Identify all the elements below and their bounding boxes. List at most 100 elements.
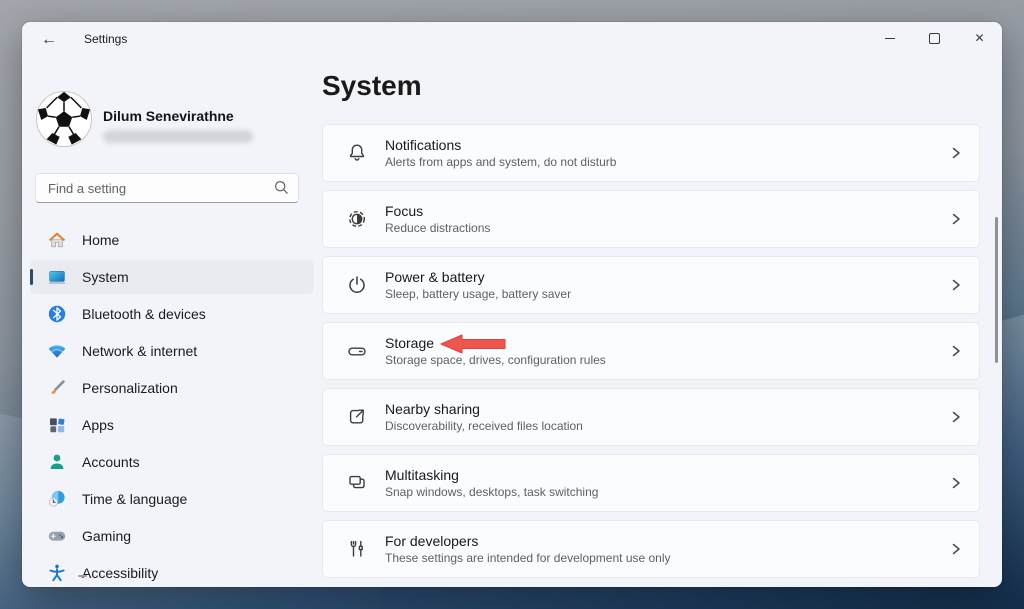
selection-indicator — [30, 269, 33, 285]
sidebar-item-accounts[interactable]: Accounts — [30, 445, 314, 479]
clipped-sidebar-item — [78, 575, 87, 577]
accessibility-icon — [47, 563, 67, 583]
sidebar-item-label: Accounts — [82, 454, 140, 470]
sidebar-item-label: Bluetooth & devices — [82, 306, 206, 322]
page-title: System — [322, 70, 422, 101]
avatar[interactable] — [35, 90, 93, 148]
home-icon — [47, 230, 67, 250]
focus-icon — [346, 208, 368, 230]
sidebar-item-apps[interactable]: Apps — [30, 408, 314, 442]
multitask-icon — [346, 472, 368, 494]
sidebar-item-accessibility[interactable]: Accessibility — [30, 556, 314, 587]
chevron-right-icon — [952, 543, 960, 555]
sidebar-item-label: Network & internet — [82, 343, 198, 359]
maximize-icon — [929, 32, 940, 44]
bell-icon — [346, 142, 368, 164]
time-language-icon — [47, 489, 67, 509]
sidebar: Dilum Senevirathne Home System Bluetooth… — [22, 56, 322, 587]
selection-indicator — [30, 528, 33, 544]
sidebar-item-label: System — [82, 269, 129, 285]
minimize-icon — [884, 37, 895, 39]
devtools-icon — [346, 538, 368, 560]
sidebar-item-personalization[interactable]: Personalization — [30, 371, 314, 405]
row-text: Multitasking Snap windows, desktops, tas… — [385, 467, 598, 499]
row-subtitle: Snap windows, desktops, task switching — [385, 485, 599, 499]
bluetooth-icon — [47, 304, 67, 324]
minimize-button[interactable] — [867, 22, 912, 54]
sidebar-item-label: Accessibility — [82, 565, 159, 581]
row-title: Nearby sharing — [385, 401, 480, 417]
selection-indicator — [30, 343, 33, 359]
sidebar-item-label: Apps — [82, 417, 114, 433]
settings-window: ← Settings ✕ Dilum Senevirathne Find a s… — [22, 22, 1002, 587]
search-input[interactable] — [46, 174, 265, 202]
profile-email-redacted — [103, 130, 253, 143]
selection-indicator — [30, 491, 33, 507]
selection-indicator — [30, 232, 33, 248]
row-text: For developers These settings are intend… — [385, 533, 671, 565]
maximize-button[interactable] — [912, 22, 957, 54]
profile-name: Dilum Senevirathne — [103, 108, 234, 124]
close-button[interactable]: ✕ — [957, 22, 1002, 54]
back-button[interactable]: ← — [34, 26, 64, 54]
sidebar-item-label: Time & language — [82, 491, 188, 507]
power-icon — [346, 274, 368, 296]
row-title: For developers — [385, 533, 479, 549]
settings-row-focus[interactable]: Focus Reduce distractions — [322, 190, 980, 248]
chevron-right-icon — [952, 213, 960, 225]
sidebar-item-home[interactable]: Home — [30, 223, 314, 257]
search-icon — [274, 180, 288, 194]
sidebar-nav: Home System Bluetooth & devices Network … — [30, 223, 314, 587]
settings-row-multitasking[interactable]: Multitasking Snap windows, desktops, tas… — [322, 454, 980, 512]
sidebar-item-time-language[interactable]: Time & language — [30, 482, 314, 516]
row-subtitle: Alerts from apps and system, do not dist… — [385, 155, 617, 169]
sidebar-item-gaming[interactable]: Gaming — [30, 519, 314, 553]
row-title: Storage — [385, 335, 435, 351]
row-title: Multitasking — [385, 467, 459, 483]
chevron-right-icon — [952, 345, 960, 357]
chevron-right-icon — [952, 279, 960, 291]
network-icon — [47, 341, 67, 361]
row-title: Focus — [385, 203, 424, 219]
settings-row-power-battery[interactable]: Power & battery Sleep, battery usage, ba… — [322, 256, 980, 314]
row-text: Notifications Alerts from apps and syste… — [385, 137, 616, 169]
desktop-wallpaper: ← Settings ✕ Dilum Senevirathne Find a s… — [0, 0, 1024, 609]
settings-row-notifications[interactable]: Notifications Alerts from apps and syste… — [322, 124, 980, 182]
selection-indicator — [30, 306, 33, 322]
row-text: Nearby sharing Discoverability, received… — [385, 401, 583, 433]
sidebar-item-label: Gaming — [82, 528, 132, 544]
accounts-icon — [47, 452, 67, 472]
sidebar-item-bluetooth-devices[interactable]: Bluetooth & devices — [30, 297, 314, 331]
chevron-right-icon — [952, 477, 960, 489]
sidebar-item-network-internet[interactable]: Network & internet — [30, 334, 314, 368]
row-text: Power & battery Sleep, battery usage, ba… — [385, 269, 571, 301]
row-subtitle: These settings are intended for developm… — [385, 551, 671, 565]
settings-row-storage[interactable]: Storage Storage space, drives, configura… — [322, 322, 980, 380]
row-subtitle: Reduce distractions — [385, 221, 491, 235]
sidebar-item-label: Personalization — [82, 380, 178, 396]
share-icon — [346, 406, 368, 428]
close-icon: ✕ — [974, 31, 985, 45]
apps-icon — [47, 415, 67, 435]
selection-indicator — [30, 417, 33, 433]
window-title: Settings — [84, 32, 128, 46]
storage-icon — [346, 340, 368, 362]
settings-rows: Notifications Alerts from apps and syste… — [322, 124, 980, 586]
system-icon — [47, 267, 67, 287]
row-subtitle: Discoverability, received files location — [385, 419, 583, 433]
gaming-icon — [47, 526, 67, 546]
row-subtitle: Sleep, battery usage, battery saver — [385, 287, 572, 301]
chevron-right-icon — [952, 411, 960, 423]
window-controls: ✕ — [867, 22, 1002, 54]
row-subtitle: Storage space, drives, configuration rul… — [385, 353, 606, 367]
row-title: Power & battery — [385, 269, 485, 285]
row-text: Storage Storage space, drives, configura… — [385, 335, 606, 367]
scrollbar-thumb[interactable] — [995, 217, 998, 363]
sidebar-item-system[interactable]: System — [30, 260, 314, 294]
selection-indicator — [30, 454, 33, 470]
titlebar: ← Settings ✕ — [22, 22, 1002, 56]
settings-row-for-developers[interactable]: For developers These settings are intend… — [322, 520, 980, 578]
settings-row-nearby-sharing[interactable]: Nearby sharing Discoverability, received… — [322, 388, 980, 446]
chevron-right-icon — [952, 147, 960, 159]
selection-indicator — [30, 380, 33, 396]
